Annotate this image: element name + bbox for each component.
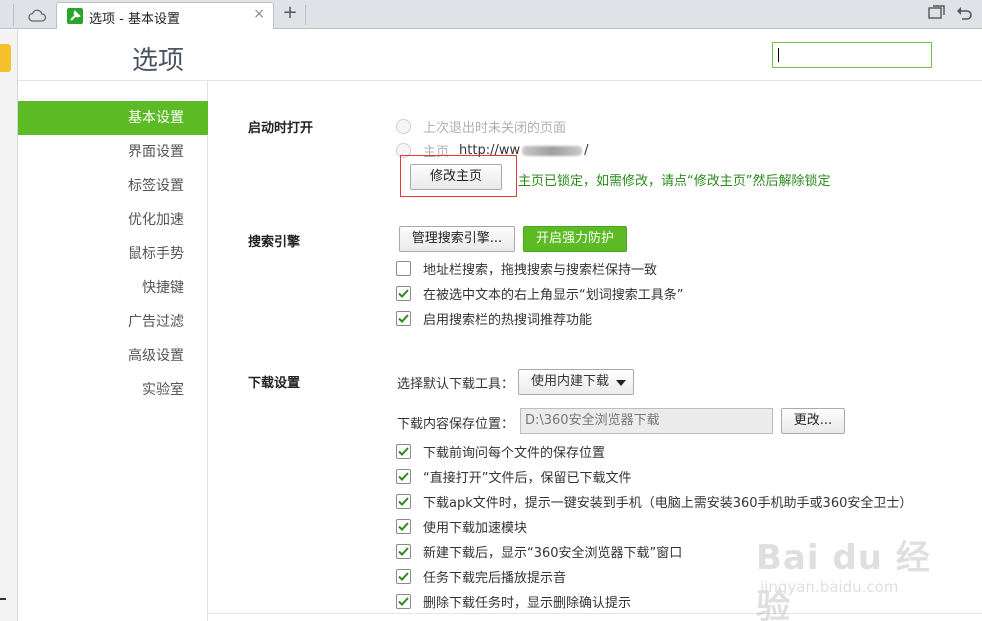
cloud-icon[interactable] — [24, 6, 50, 24]
star-icon[interactable] — [0, 44, 11, 72]
tab-scroll-left[interactable] — [0, 4, 14, 26]
checkbox-checked[interactable] — [396, 519, 411, 534]
startup-option-last[interactable]: 上次退出时未关闭的页面 — [396, 117, 566, 136]
download-option-3[interactable]: 使用下载加速模块 — [396, 517, 527, 536]
manage-search-engines-button[interactable]: 管理搜索引擎... — [399, 226, 515, 252]
checkbox-checked[interactable] — [396, 469, 411, 484]
download-option-4[interactable]: 新建下载后，显示“360安全浏览器下载”窗口 — [396, 542, 682, 561]
search-input[interactable] — [772, 42, 932, 68]
sidebar-item-basic[interactable]: 基本设置 — [18, 101, 208, 135]
checkbox-checked[interactable] — [396, 594, 411, 609]
tab-divider — [305, 5, 306, 25]
tab-options[interactable]: 选项 - 基本设置 × — [56, 2, 274, 29]
download-option-5[interactable]: 任务下载完后播放提示音 — [396, 567, 566, 586]
download-option-6[interactable]: 删除下载任务时，显示删除确认提示 — [396, 592, 631, 611]
download-path-input[interactable]: D:\360安全浏览器下载 — [520, 408, 773, 434]
search-option-0[interactable]: 地址栏搜索，拖拽搜索与搜索栏保持一致 — [396, 259, 657, 278]
undo-icon[interactable] — [956, 5, 976, 25]
checkbox-checked[interactable] — [396, 569, 411, 584]
change-path-button[interactable]: 更改... — [781, 408, 845, 434]
search-title: 搜索引擎 — [248, 235, 301, 250]
download-tool-label: 选择默认下载工具： — [397, 377, 515, 392]
download-path-label: 下载内容保存位置： — [397, 417, 515, 432]
sidebar: 基本设置 界面设置 标签设置 优化加速 鼠标手势 快捷键 广告过滤 高级设置 实… — [18, 81, 208, 621]
wrench-icon — [67, 8, 83, 24]
baidu-watermark-logo: Bai du 经验 jingyan.baidu.com — [756, 538, 931, 621]
sidebar-item-tabs[interactable]: 标签设置 — [18, 169, 208, 203]
sidebar-item-lab[interactable]: 实验室 — [18, 373, 208, 407]
search-option-2[interactable]: 启用搜索栏的热搜词推荐功能 — [396, 309, 592, 328]
tab-bar: 选项 - 基本设置 × + — [0, 0, 982, 29]
startup-title: 启动时打开 — [248, 121, 314, 136]
sidebar-item-optimize[interactable]: 优化加速 — [18, 203, 208, 237]
download-option-1[interactable]: “直接打开”文件后，保留已下载文件 — [396, 467, 631, 486]
download-option-0[interactable]: 下载前询问每个文件的保存位置 — [396, 442, 605, 461]
sidebar-item-ad-filter[interactable]: 广告过滤 — [18, 305, 208, 339]
checkbox-checked[interactable] — [396, 494, 411, 509]
checkbox-checked[interactable] — [396, 444, 411, 459]
sidebar-item-shortcuts[interactable]: 快捷键 — [18, 271, 208, 305]
checkbox-unchecked[interactable] — [396, 261, 411, 276]
strip-mark — [0, 598, 6, 600]
sidebar-item-advanced[interactable]: 高级设置 — [18, 339, 208, 373]
radio-button[interactable] — [396, 119, 411, 134]
lock-note: 主页已锁定，如需修改，请点“修改主页”然后解除锁定 — [518, 174, 831, 189]
enable-protection-button[interactable]: 开启强力防护 — [523, 226, 627, 252]
download-title: 下载设置 — [248, 376, 301, 391]
checkbox-checked[interactable] — [396, 311, 411, 326]
download-tool-select[interactable]: 使用内建下载 — [518, 369, 634, 395]
modify-home-button[interactable]: 修改主页 — [410, 164, 502, 190]
checkbox-checked[interactable] — [396, 544, 411, 559]
sidebar-item-mouse-gestures[interactable]: 鼠标手势 — [18, 237, 208, 271]
sidebar-item-interface[interactable]: 界面设置 — [18, 135, 208, 169]
close-icon[interactable]: × — [253, 6, 265, 22]
download-option-2[interactable]: 下载apk文件时，提示一键安装到手机（电脑上需安装360手机助手或360安全卫士… — [396, 492, 912, 511]
checkbox-checked[interactable] — [396, 286, 411, 301]
search-option-1[interactable]: 在被选中文本的右上角显示“划词搜索工具条” — [396, 284, 683, 303]
tab-list-icon[interactable] — [928, 5, 948, 25]
new-tab-button[interactable]: + — [278, 3, 302, 25]
tab-title: 选项 - 基本设置 — [89, 12, 180, 27]
favorites-strip — [0, 30, 18, 621]
page-title: 选项 — [132, 46, 185, 76]
dropdown-arrow-icon — [616, 380, 626, 386]
blurred-url — [522, 145, 583, 156]
